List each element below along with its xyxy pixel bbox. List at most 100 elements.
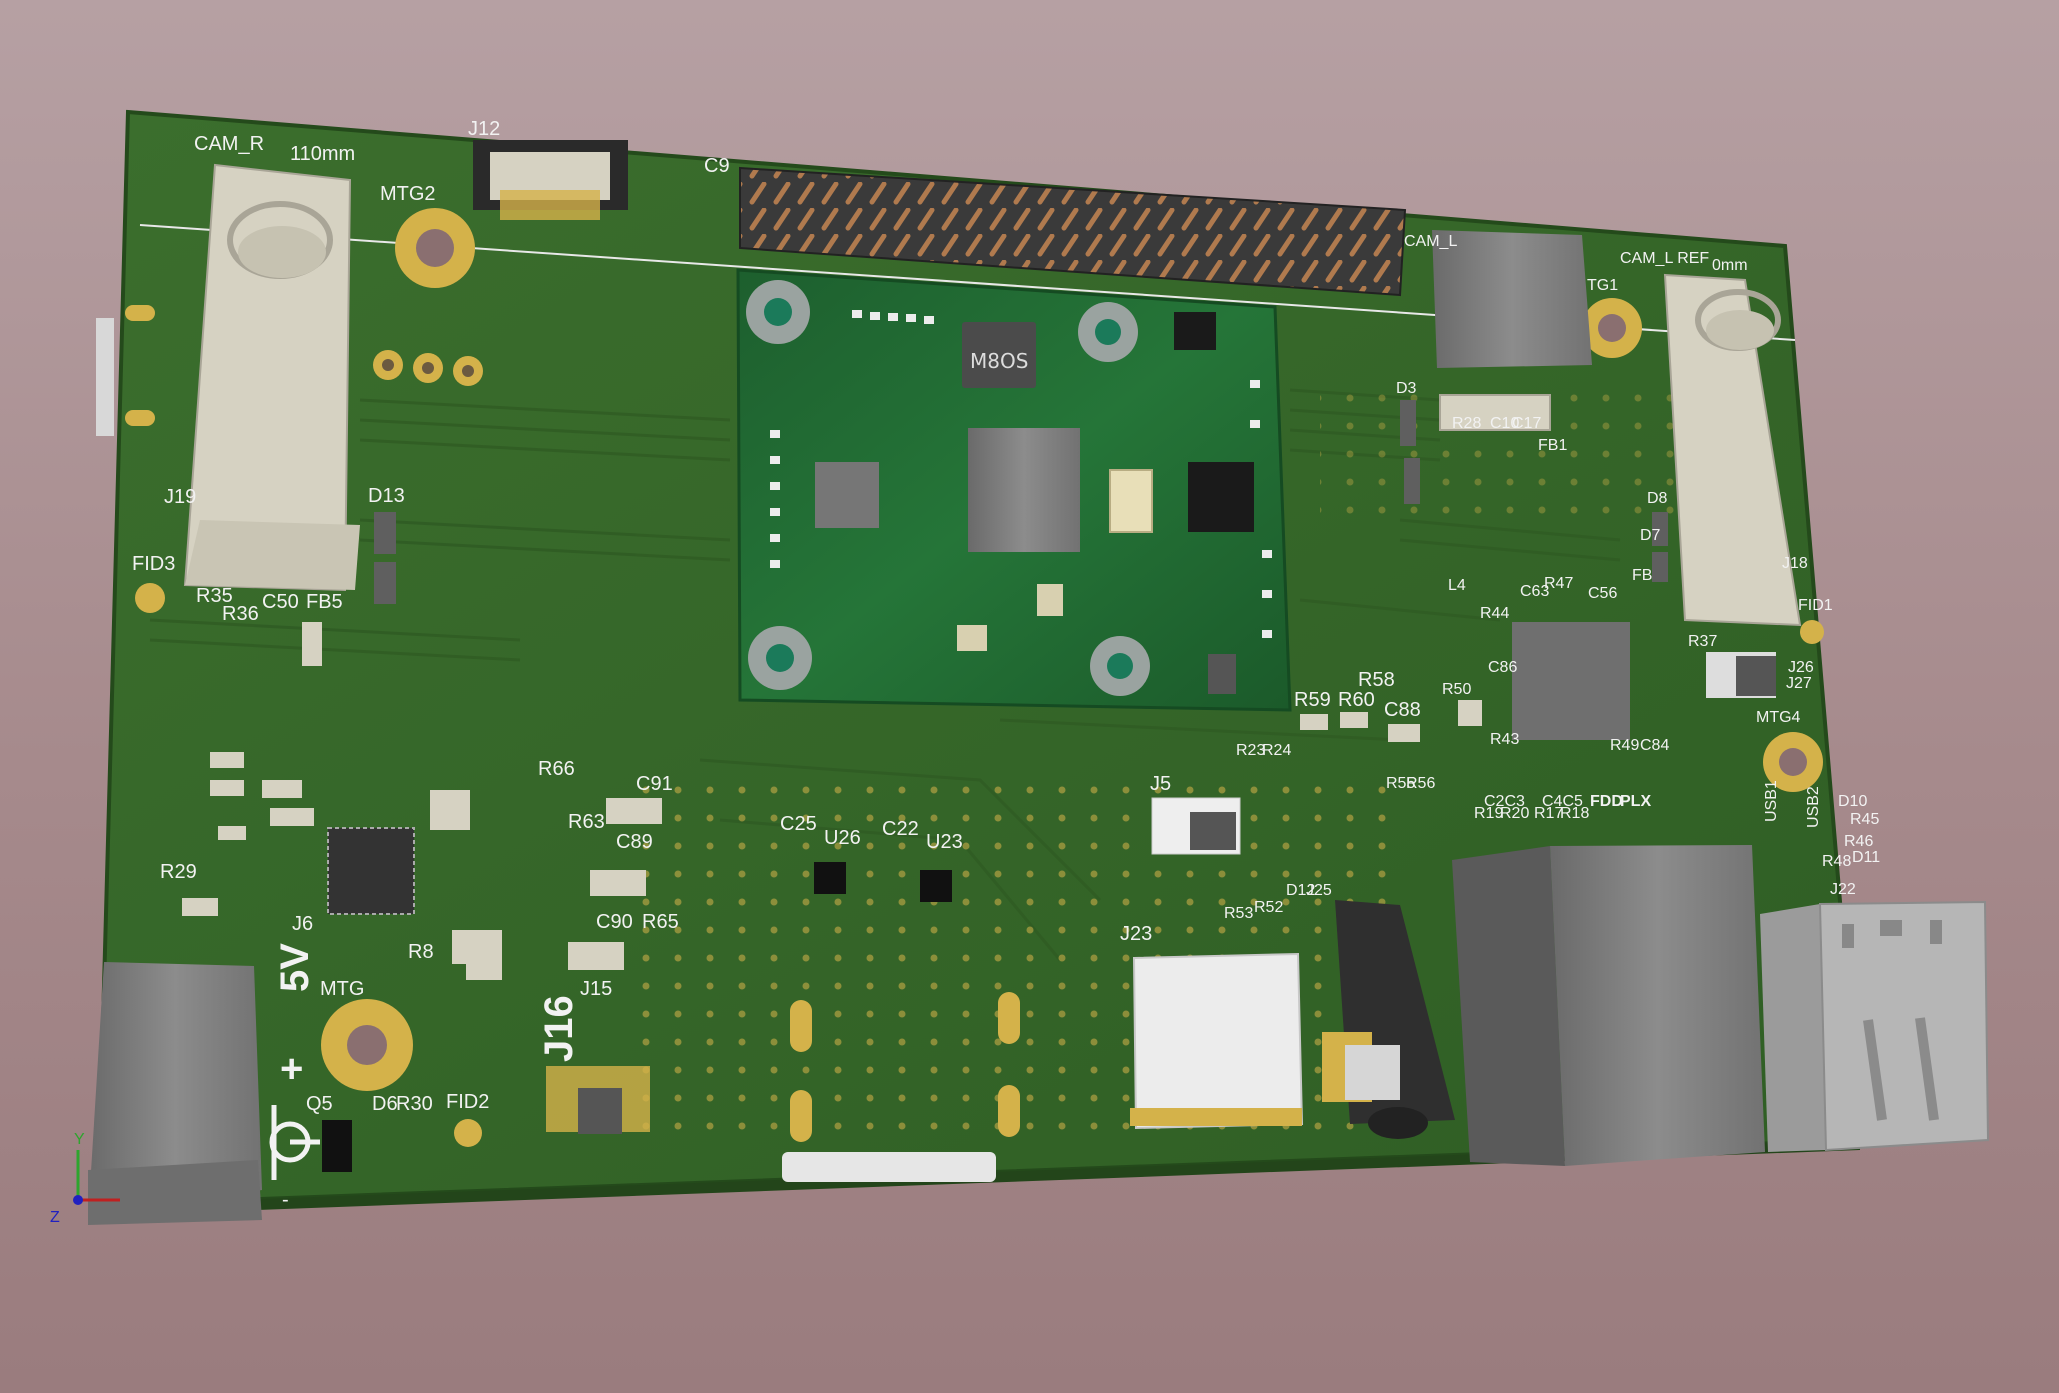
label-fid2: FID2 [446, 1091, 489, 1113]
label-fid3: FID3 [132, 553, 175, 575]
label-r28: R28 [1452, 415, 1481, 432]
label-c56: C56 [1588, 585, 1617, 602]
label-r53: R53 [1224, 905, 1253, 922]
soc-chip [968, 428, 1080, 552]
label-r56: R56 [1406, 775, 1435, 792]
label-usb1: USB1 [1763, 780, 1780, 822]
label-c50: C50 [262, 591, 299, 613]
label-q5: Q5 [306, 1093, 333, 1115]
label-d7: D7 [1640, 527, 1661, 544]
label-mtg4: MTG4 [1756, 709, 1801, 726]
usb-connector [1760, 900, 1990, 1152]
axis-y-label: Y [74, 1131, 85, 1148]
side-connector [96, 318, 114, 436]
label-c22: C22 [882, 818, 919, 840]
barrel-jack [88, 962, 262, 1225]
label-u26: U26 [824, 827, 861, 849]
label-dim-110: 110mm [290, 143, 355, 165]
label-r8: R8 [408, 941, 434, 963]
pmic-chip [327, 827, 415, 915]
ethernet-jack [1452, 845, 1765, 1166]
label-c88: C88 [1384, 699, 1421, 721]
label-r60: R60 [1338, 689, 1375, 711]
label-j22: J22 [1830, 881, 1856, 898]
label-d10: D10 [1838, 793, 1867, 810]
label-c90: C90 [596, 911, 633, 933]
label-c25: C25 [780, 813, 817, 835]
microsd-slot [1130, 952, 1304, 1130]
label-plus: + [280, 1047, 303, 1091]
compute-module: M8OS [736, 268, 1292, 712]
label-fb5: FB5 [306, 591, 343, 613]
label-cam-l: CAM_L [1404, 233, 1457, 250]
module-chip-left [815, 462, 879, 528]
label-r66: R66 [538, 758, 575, 780]
label-fb: FB [1632, 567, 1652, 584]
label-plx: PLX [1620, 793, 1651, 810]
label-mtg2: MTG2 [380, 183, 436, 205]
label-c89: C89 [616, 831, 653, 853]
label-r48: R48 [1822, 853, 1851, 870]
label-c86: C86 [1488, 659, 1517, 676]
label-d3: D3 [1396, 380, 1417, 397]
label-r45: R45 [1850, 811, 1879, 828]
label-c84: C84 [1640, 737, 1669, 754]
label-usb2: USB2 [1805, 786, 1822, 828]
label-r29: R29 [160, 861, 197, 883]
label-d8: D8 [1647, 490, 1668, 507]
label-dim-0: 0mm [1712, 257, 1748, 274]
label-j12: J12 [468, 118, 500, 140]
label-r47: R47 [1544, 575, 1573, 592]
label-r18: R18 [1560, 805, 1589, 822]
label-cam-r: CAM_R [194, 133, 264, 155]
label-r44: R44 [1480, 605, 1509, 622]
label-r46: R46 [1844, 833, 1873, 850]
module-qfn-chip [1188, 462, 1254, 532]
label-d11: D11 [1852, 849, 1880, 866]
label-c91: C91 [636, 773, 673, 795]
axis-z-label: Z [50, 1209, 60, 1226]
label-r49: R49 [1610, 737, 1639, 754]
label-r30: R30 [396, 1093, 433, 1115]
small-chip-u23 [920, 870, 952, 902]
m8os-marking: M8OS [970, 349, 1028, 373]
label-r20: R20 [1500, 805, 1529, 822]
usb-hub-chip [1512, 622, 1630, 740]
label-fb1: FB1 [1538, 437, 1567, 454]
label-u23: U23 [926, 831, 963, 853]
label-c9: C9 [704, 155, 730, 177]
label-l4: L4 [1448, 577, 1466, 594]
label-j15: J15 [580, 978, 612, 1000]
transistor-q5 [322, 1120, 352, 1172]
label-j26: J26 [1788, 659, 1814, 676]
label-r65: R65 [642, 911, 679, 933]
label-fid1: FID1 [1798, 597, 1833, 614]
pcb-3d-scene: M8OS Y Z CAM_R 110mm J12 MTG2 C9 CAM_L R… [50, 109, 1990, 1226]
small-chip-u26 [814, 862, 846, 894]
module-small-chip [1174, 312, 1216, 350]
ffc-connector-j12 [473, 140, 628, 220]
label-r52: R52 [1254, 899, 1283, 916]
label-d6: D6 [372, 1093, 398, 1115]
usb-c-connector [782, 1152, 996, 1182]
label-j27: J27 [1786, 675, 1812, 692]
label-r37: R37 [1688, 633, 1717, 650]
label-r63: R63 [568, 811, 605, 833]
label-mtg: MTG [320, 978, 364, 1000]
label-j6: J6 [292, 913, 313, 935]
label-tg1: TG1 [1587, 277, 1618, 294]
label-c17: C17 [1512, 415, 1541, 432]
label-r24: R24 [1262, 742, 1291, 759]
crystal [1109, 469, 1153, 533]
label-j5: J5 [1150, 773, 1171, 795]
label-j16: J16 [537, 995, 581, 1062]
label-cam-l-ref: CAM_L REF [1620, 250, 1709, 267]
label-j23: J23 [1120, 923, 1152, 945]
label-d13: D13 [368, 485, 405, 507]
label-r36: R36 [222, 603, 259, 625]
label-r50: R50 [1442, 681, 1471, 698]
label-r58: R58 [1358, 669, 1395, 691]
label-r59: R59 [1294, 689, 1331, 711]
connector-grey-box [1432, 230, 1592, 368]
label-j25: J25 [1306, 882, 1332, 899]
